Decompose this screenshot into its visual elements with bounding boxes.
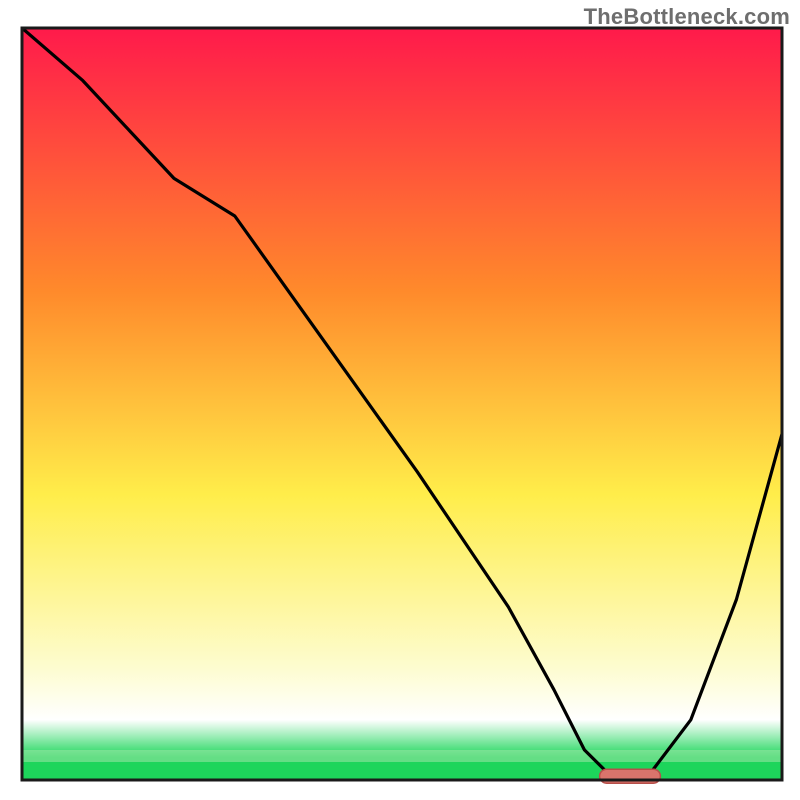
gradient-background — [22, 28, 782, 780]
chart-root: TheBottleneck.com — [0, 0, 800, 800]
bottleneck-chart — [0, 0, 800, 800]
green-strip — [22, 762, 782, 780]
